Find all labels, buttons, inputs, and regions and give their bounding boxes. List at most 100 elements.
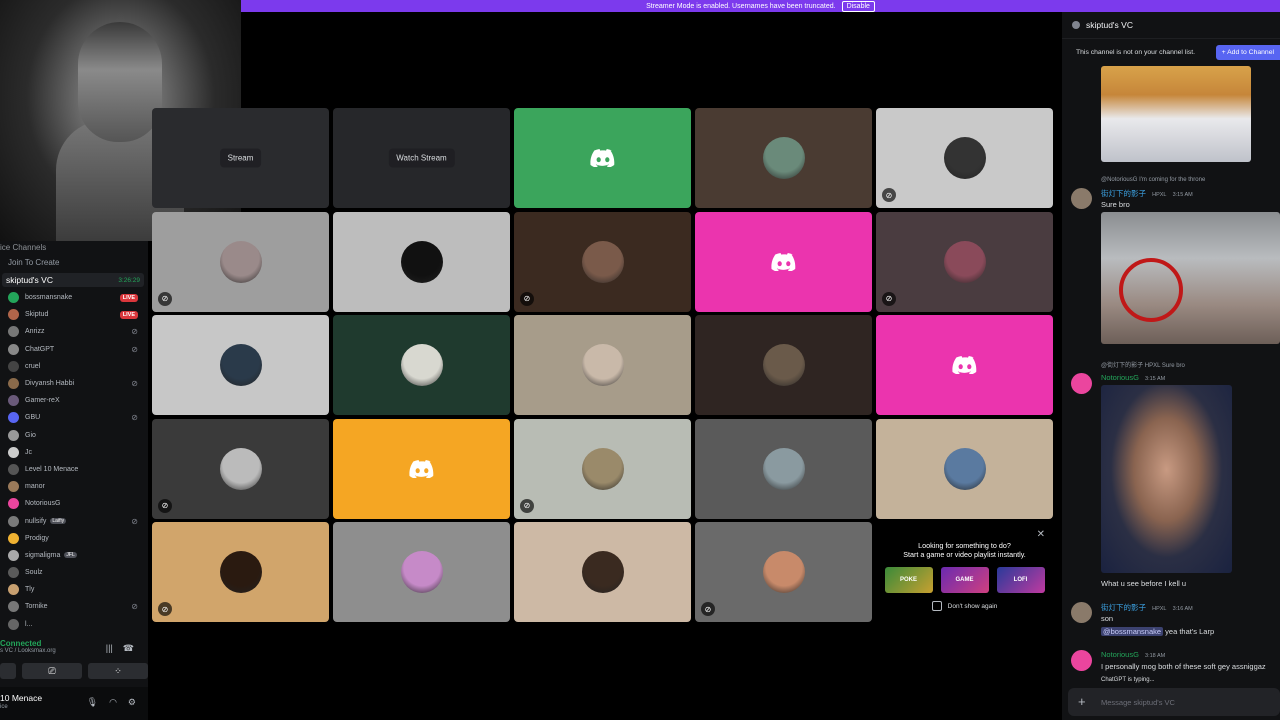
- watch-stream-button[interactable]: Stream: [219, 148, 262, 168]
- activity-thumb-2[interactable]: GAME: [940, 567, 989, 593]
- participant-avatar: [219, 344, 262, 386]
- add-to-channel-button[interactable]: + Add to Channel: [1215, 44, 1280, 60]
- user-avatar[interactable]: [1071, 650, 1092, 671]
- participant-tile[interactable]: ⊘: [514, 418, 691, 519]
- activities-button[interactable]: ⁘: [88, 663, 148, 679]
- participant-tile[interactable]: ⊘: [695, 522, 872, 622]
- voice-member[interactable]: Divyansh Habbi ⊘: [0, 375, 148, 392]
- participant-tile[interactable]: ⊘: [152, 211, 329, 312]
- voice-member[interactable]: sigmaligma JFL: [0, 547, 148, 564]
- participant-tile[interactable]: [152, 315, 329, 415]
- chat-bubble-icon: [1072, 21, 1080, 29]
- join-to-create-channel[interactable]: Join To Create: [0, 252, 148, 267]
- voice-member[interactable]: Level 10 Menace: [0, 461, 148, 478]
- voice-member[interactable]: manor: [0, 478, 148, 495]
- voice-member[interactable]: Gio: [0, 427, 148, 444]
- voice-member[interactable]: GBU ⊘: [0, 409, 148, 426]
- voice-member[interactable]: Tly: [0, 581, 148, 598]
- voice-member[interactable]: Jc: [0, 444, 148, 461]
- attach-plus-icon[interactable]: +: [1078, 694, 1086, 709]
- voice-member[interactable]: bossmansnake LIVE: [0, 289, 148, 306]
- dont-show-checkbox[interactable]: [931, 601, 942, 611]
- voice-member[interactable]: cruel: [0, 358, 148, 375]
- participant-tile[interactable]: [514, 108, 691, 208]
- channel-notice: This channel is not on your channel list…: [1062, 39, 1280, 65]
- participant-tile[interactable]: ⊘: [514, 211, 691, 312]
- participant-tile[interactable]: [695, 418, 872, 519]
- participant-tile[interactable]: [876, 418, 1053, 519]
- microphone-icon[interactable]: 🎙: [87, 697, 98, 708]
- headphones-icon[interactable]: ◠: [109, 697, 117, 708]
- discord-logo-icon: [770, 252, 797, 272]
- participant-tile[interactable]: ⊘: [876, 108, 1053, 208]
- voice-member[interactable]: Anrizz ⊘: [0, 323, 148, 340]
- voice-member[interactable]: Tornike ⊘: [0, 598, 148, 615]
- active-voice-channel[interactable]: skiptud's VC 3:26:29: [2, 273, 144, 287]
- avatar: [8, 618, 19, 630]
- participant-tile[interactable]: Stream: [152, 108, 329, 208]
- participant-avatar: [943, 240, 986, 283]
- participant-tile[interactable]: [876, 315, 1053, 415]
- member-name: Skiptud: [25, 311, 49, 319]
- voice-member[interactable]: Skiptud LIVE: [0, 306, 148, 323]
- highlight-circle: [1119, 258, 1183, 322]
- muted-icon: ⊘: [158, 291, 172, 306]
- voice-member[interactable]: l...: [0, 616, 148, 633]
- participant-tile[interactable]: [333, 211, 510, 312]
- disconnect-icon[interactable]: ☎: [123, 643, 134, 654]
- voice-member[interactable]: Soulz: [0, 564, 148, 581]
- message-author[interactable]: NotoriousG 3:15 AM: [1101, 373, 1165, 382]
- user-avatar[interactable]: [1071, 373, 1092, 394]
- voice-member[interactable]: Prodigy: [0, 530, 148, 547]
- chat-image-portrait[interactable]: [1101, 385, 1232, 573]
- user-avatar[interactable]: [1071, 188, 1092, 209]
- settings-icon[interactable]: ⚙: [128, 697, 136, 708]
- participant-avatar: [219, 240, 262, 283]
- member-name: Tly: [25, 586, 35, 594]
- message-author[interactable]: 街灯下的影子 HPXL 3:15 AM: [1101, 188, 1193, 199]
- voice-chat-panel: skiptud's VC This channel is not on your…: [1062, 12, 1280, 720]
- chat-image-hotel-room[interactable]: [1101, 212, 1280, 344]
- message-input-box[interactable]: + Message skiptud's VC: [1068, 688, 1280, 716]
- participant-tile[interactable]: [333, 418, 510, 519]
- reply-preview-1[interactable]: @NotoriousG I'm coming for the throne: [1101, 177, 1205, 183]
- message-author[interactable]: 街灯下的影子 HPXL 3:16 AM: [1101, 602, 1193, 613]
- voice-member[interactable]: NotoriousG: [0, 495, 148, 512]
- watch-stream-button[interactable]: Watch Stream: [388, 148, 455, 168]
- participant-tile[interactable]: [514, 522, 691, 622]
- close-icon[interactable]: ✕: [1037, 529, 1045, 540]
- muted-icon: ⊘: [131, 602, 138, 612]
- participant-tile[interactable]: [695, 108, 872, 208]
- user-name[interactable]: 10 Menace: [0, 693, 42, 703]
- avatar: [8, 515, 19, 527]
- user-mention[interactable]: @bossmansnake: [1101, 627, 1164, 636]
- chat-image-dining[interactable]: [1101, 66, 1251, 162]
- participant-tile[interactable]: Watch Stream: [333, 108, 510, 208]
- voice-channels-header[interactable]: ice Channels: [0, 241, 148, 252]
- participant-tile[interactable]: [695, 315, 872, 415]
- reply-preview-2[interactable]: @街灯下的影子 HPXL Sure bro: [1101, 360, 1185, 369]
- dont-show-again[interactable]: Don't show again: [876, 601, 1053, 611]
- participant-tile[interactable]: [695, 211, 872, 312]
- activity-thumb-3[interactable]: LOFI: [996, 567, 1045, 593]
- participant-tile[interactable]: ⊘: [152, 418, 329, 519]
- avatar: [8, 343, 19, 355]
- user-avatar[interactable]: [1071, 602, 1092, 623]
- participant-tile[interactable]: [333, 522, 510, 622]
- share-screen-button[interactable]: ⎚: [22, 663, 82, 679]
- activities-promo: ✕ Looking for something to do? Start a g…: [876, 523, 1053, 623]
- voice-member[interactable]: ChatGPT ⊘: [0, 341, 148, 358]
- disable-button[interactable]: Disable: [841, 0, 875, 12]
- voice-member[interactable]: Gamer-reX: [0, 392, 148, 409]
- participant-tile[interactable]: [333, 315, 510, 415]
- participant-tile[interactable]: ⊘: [152, 522, 329, 622]
- chat-title: skiptud's VC: [1086, 20, 1133, 30]
- participant-tile[interactable]: [514, 315, 691, 415]
- voice-activity-icon[interactable]: |||: [106, 643, 113, 654]
- message-author[interactable]: NotoriousG 3:18 AM: [1101, 650, 1165, 659]
- camera-button[interactable]: [0, 663, 16, 679]
- message-input-placeholder[interactable]: Message skiptud's VC: [1101, 698, 1175, 707]
- activity-thumb-1[interactable]: POKE: [884, 567, 933, 593]
- participant-tile[interactable]: ⊘: [876, 211, 1053, 312]
- voice-member[interactable]: nullsify Laifiy ⊘: [0, 512, 148, 529]
